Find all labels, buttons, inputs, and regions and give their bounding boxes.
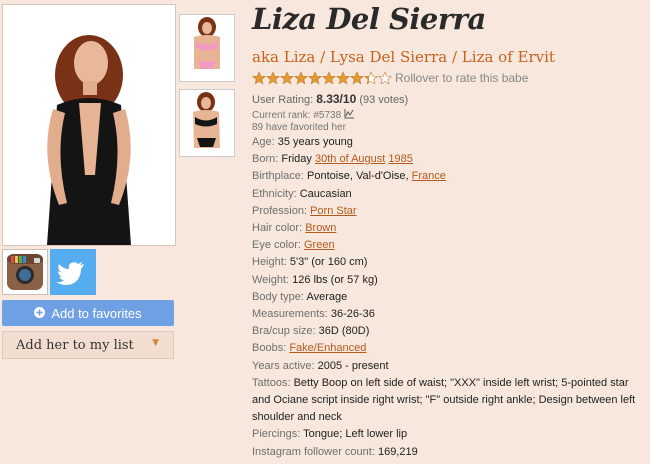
photo-thumbnail[interactable] — [179, 14, 235, 82]
detail-value: Friday — [281, 153, 312, 166]
detail-eyes: Eye color: Green — [252, 237, 648, 254]
add-to-favorites-label: Add to favorites — [51, 305, 142, 321]
detail-value: Betty Boop on left side of waist; "XXX" … — [252, 376, 636, 424]
page-title: Liza Del Sierra — [252, 2, 486, 36]
star-rating-icons[interactable] — [252, 71, 392, 85]
detail-value: 5'3" (or 160 cm) — [289, 256, 368, 269]
detail-tattoos: Tattoos: Betty Boop on left side of wais… — [252, 375, 648, 427]
detail-label: Measurements: — [252, 308, 328, 321]
star-icon[interactable] — [308, 71, 322, 85]
star-icon[interactable] — [266, 71, 280, 85]
detail-label: Ethnicity: — [252, 187, 297, 200]
detail-value: Pontoise, Val-d'Oise, — [307, 170, 409, 183]
detail-value: 36-26-36 — [330, 308, 375, 321]
detail-birthplace: Birthplace: Pontoise, Val-d'Oise, France — [252, 168, 648, 185]
detail-label: Tattoos: — [252, 376, 291, 389]
detail-label: Born: — [252, 153, 279, 166]
plus-circle-icon — [34, 306, 46, 321]
detail-label: Bra/cup size: — [252, 325, 316, 338]
detail-ethnicity: Ethnicity: Caucasian — [252, 186, 648, 203]
detail-value: 36D (80D) — [318, 325, 370, 338]
detail-label: Piercings: — [252, 428, 301, 441]
detail-label: Height: — [252, 256, 287, 269]
detail-value: Average — [306, 290, 348, 303]
star-icon[interactable] — [336, 71, 350, 85]
current-rank: Current rank: #5738 — [252, 108, 355, 122]
detail-age: Age: 35 years young — [252, 134, 648, 151]
twitter-button[interactable] — [50, 249, 96, 295]
user-rating-score: 8.33/10 — [316, 92, 357, 106]
aliases: aka Liza / Lysa Del Sierra / Liza of Erv… — [252, 48, 555, 66]
star-icon[interactable] — [378, 71, 392, 85]
chart-icon[interactable] — [344, 108, 355, 122]
detail-profession: Profession: Porn Star — [252, 203, 648, 220]
add-to-list-dropdown[interactable]: Add her to my list ▼ — [2, 331, 174, 359]
detail-label: Eye color: — [252, 239, 301, 252]
detail-label: Instagram follower count: — [252, 445, 375, 458]
instagram-icon — [3, 254, 47, 298]
star-icon[interactable] — [280, 71, 294, 85]
detail-piercings: Piercings: Tongue; Left lower lip — [252, 426, 648, 443]
favorited-count: 89 have favorited her — [252, 122, 346, 133]
detail-measurements: Measurements: 36-26-36 — [252, 306, 648, 323]
rollover-hint: Rollover to rate this babe — [395, 71, 529, 85]
rank-value: #5738 — [313, 109, 342, 121]
eye-color-link[interactable]: Green — [304, 239, 335, 251]
detail-hair: Hair color: Brown — [252, 220, 648, 237]
star-icon[interactable] — [350, 71, 364, 85]
profile-details: Age: 35 years young Born: Friday 30th of… — [252, 134, 648, 461]
detail-value: 169,219 — [377, 445, 418, 458]
detail-value: 2005 - present — [317, 359, 389, 372]
detail-value: 35 years young — [277, 136, 353, 148]
detail-label: Weight: — [252, 273, 290, 286]
detail-instagram-followers: Instagram follower count: 169,219 — [252, 444, 648, 461]
user-rating-votes: (93 votes) — [359, 94, 409, 106]
detail-weight: Weight: 126 lbs (or 57 kg) — [252, 272, 648, 289]
detail-born: Born: Friday 30th of August 1985 — [252, 151, 648, 168]
add-to-favorites-button[interactable]: Add to favorites — [2, 300, 174, 326]
country-link[interactable]: France — [412, 170, 446, 182]
detail-label: Years active: — [252, 359, 315, 372]
boobs-link[interactable]: Fake/Enhanced — [289, 342, 366, 354]
detail-value: Tongue; Left lower lip — [303, 428, 408, 441]
profession-link[interactable]: Porn Star — [310, 205, 356, 217]
star-icon[interactable] — [322, 71, 336, 85]
detail-value: Caucasian — [299, 187, 352, 200]
birth-date-link[interactable]: 30th of August — [315, 153, 385, 165]
detail-label: Profession: — [252, 204, 308, 217]
detail-label: Age: — [252, 136, 275, 148]
detail-label: Boobs: — [252, 342, 287, 355]
star-icon[interactable] — [294, 71, 308, 85]
photo-thumbnail[interactable] — [179, 89, 235, 157]
detail-label: Body type: — [252, 290, 304, 303]
star-icon[interactable] — [364, 71, 378, 85]
detail-body-type: Body type: Average — [252, 289, 648, 306]
twitter-icon — [50, 262, 96, 299]
detail-label: Birthplace: — [252, 170, 304, 183]
detail-height: Height: 5'3" (or 160 cm) — [252, 254, 648, 271]
rank-label: Current rank: — [252, 109, 311, 121]
birth-year-link[interactable]: 1985 — [388, 153, 412, 165]
instagram-button[interactable] — [2, 249, 48, 295]
add-to-list-label: Add her to my list — [16, 337, 134, 353]
caret-down-icon: ▼ — [152, 338, 159, 348]
user-rating: User Rating: 8.33/10 (93 votes) — [252, 92, 408, 106]
detail-boobs: Boobs: Fake/Enhanced — [252, 340, 648, 357]
star-icon[interactable] — [252, 71, 266, 85]
main-photo[interactable] — [2, 4, 176, 246]
detail-label: Hair color: — [252, 222, 303, 235]
user-rating-label: User Rating: — [252, 94, 314, 106]
star-rating[interactable]: Rollover to rate this babe — [252, 71, 528, 85]
detail-years-active: Years active: 2005 - present — [252, 358, 648, 375]
detail-bra-size: Bra/cup size: 36D (80D) — [252, 323, 648, 340]
detail-value: 126 lbs (or 57 kg) — [292, 273, 378, 286]
hair-color-link[interactable]: Brown — [305, 222, 336, 234]
